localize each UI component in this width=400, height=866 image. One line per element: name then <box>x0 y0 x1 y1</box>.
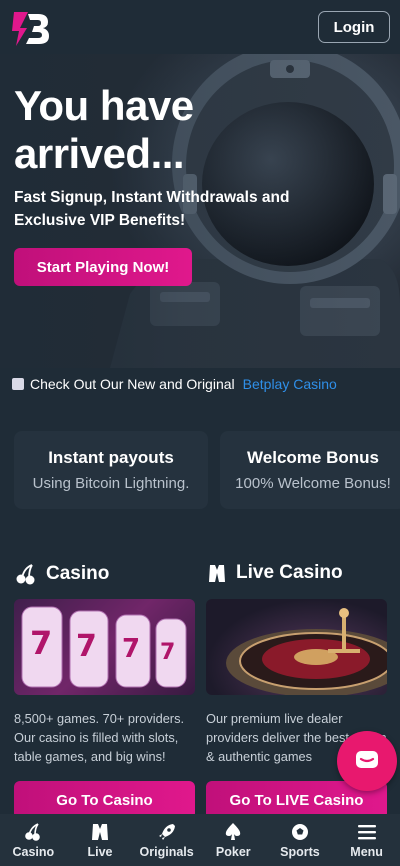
spade-icon <box>226 822 241 840</box>
nav-item-live[interactable]: Live <box>67 822 133 859</box>
betplay-logo-icon[interactable] <box>8 6 52 50</box>
cherries-icon <box>25 822 41 841</box>
nav-label: Originals <box>139 844 194 859</box>
casino-description: 8,500+ games. 70+ providers. Our casino … <box>14 711 185 764</box>
hero-title: You have arrived... <box>14 82 194 177</box>
nav-label: Menu <box>350 844 383 859</box>
feature-desc: Using Bitcoin Lightning. <box>32 475 190 492</box>
nav-item-poker[interactable]: Poker <box>200 822 266 859</box>
slot-machine-image: 7 7 7 7 <box>14 599 195 695</box>
hero-banner: You have arrived... Fast Signup, Instant… <box>0 54 400 368</box>
svg-text:7: 7 <box>122 634 140 664</box>
cherries-icon <box>16 564 35 585</box>
start-playing-button[interactable]: Start Playing Now! <box>14 248 192 286</box>
feature-title: Welcome Bonus <box>247 448 379 467</box>
chat-support-button[interactable] <box>337 731 397 791</box>
svg-text:7: 7 <box>30 624 52 662</box>
live-casino-section-title: Live Casino <box>206 562 343 584</box>
tuxedo-icon <box>91 823 108 840</box>
hamburger-icon <box>357 824 376 839</box>
top-header: Login <box>0 0 400 54</box>
betplay-mini-icon <box>12 378 24 390</box>
ball-icon <box>291 823 308 840</box>
rocket-icon <box>158 823 175 840</box>
announcement-ticker: Check Out Our New and Original Betplay C… <box>0 368 400 400</box>
nav-label: Poker <box>215 844 251 859</box>
casino-section-title: Casino <box>14 562 109 586</box>
nav-item-originals[interactable]: Originals <box>134 822 200 859</box>
svg-text:7: 7 <box>76 629 97 664</box>
svg-text:7: 7 <box>160 640 175 665</box>
bottom-navigation: Casino Live Originals Poker Sports Menu <box>0 814 400 866</box>
betplay-casino-link[interactable]: Betplay Casino <box>243 376 337 392</box>
nav-label: Live <box>87 844 113 859</box>
live-casino-title-label: Live Casino <box>236 562 343 583</box>
casino-thumbnail[interactable]: 7 7 7 7 <box>14 599 195 695</box>
casino-title-label: Casino <box>46 563 110 584</box>
feature-title: Instant payouts <box>48 448 174 467</box>
ticker-text: Check Out Our New and Original <box>30 376 235 392</box>
nav-label: Casino <box>12 844 55 859</box>
feature-card-payouts: Instant payouts Using Bitcoin Lightning. <box>14 431 208 509</box>
login-button[interactable]: Login <box>318 11 390 43</box>
feature-card-bonus: Welcome Bonus 100% Welcome Bonus! <box>220 431 400 509</box>
chat-icon <box>356 751 378 768</box>
nav-item-casino[interactable]: Casino <box>0 822 66 859</box>
hero-subtitle: Fast Signup, Instant Withdrawals and Exc… <box>14 189 290 229</box>
nav-label: Sports <box>280 844 320 859</box>
roulette-wheel-image <box>226 608 387 695</box>
nav-item-menu[interactable]: Menu <box>334 822 400 859</box>
tuxedo-icon <box>209 565 225 582</box>
live-casino-thumbnail[interactable] <box>206 599 387 695</box>
nav-item-sports[interactable]: Sports <box>267 822 333 859</box>
feature-desc: 100% Welcome Bonus! <box>235 475 391 492</box>
